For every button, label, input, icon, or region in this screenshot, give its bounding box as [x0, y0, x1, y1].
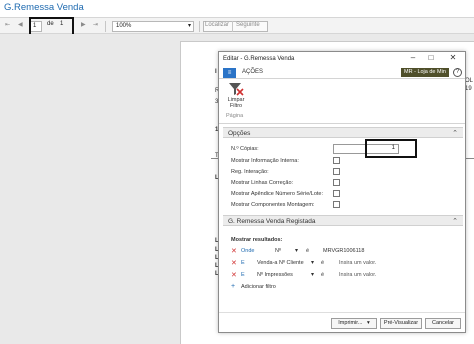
maximize-icon[interactable]: □	[425, 53, 437, 62]
toolbar-separator	[199, 21, 200, 32]
show-internal-info-checkbox[interactable]	[333, 157, 340, 164]
zoom-select[interactable]: 100% ▾	[112, 21, 194, 32]
filter-operator: é	[321, 272, 325, 278]
chevron-down-icon: ▾	[311, 260, 315, 266]
last-page-icon[interactable]: ⇥	[93, 21, 98, 28]
filter-connector: Onde	[241, 248, 255, 254]
filter-operator: é	[321, 260, 325, 266]
report-text-fragment: OL	[465, 78, 474, 84]
filter-row: ✕ E Venda-a Nº Cliente ▾ é Insira um val…	[231, 260, 451, 269]
chevron-down-icon: ▾	[311, 272, 315, 278]
find-button[interactable]: Localizar	[205, 22, 229, 28]
add-filter-link[interactable]: + Adicionar filtro	[231, 283, 321, 293]
chevron-up-icon: ⌃	[452, 130, 458, 137]
filter-connector: E	[241, 272, 245, 278]
dialog-title: Editar - G.Remessa Venda	[223, 56, 295, 62]
option-label: N.º Cópias:	[231, 146, 259, 152]
add-filter-label: Adicionar filtro	[241, 284, 276, 290]
chevron-down-icon: ▾	[295, 248, 299, 254]
first-page-icon[interactable]: ⇤	[5, 21, 10, 28]
filter-row: ✕ Onde Nº ▾ é MRVGR1006118	[231, 248, 451, 257]
close-icon[interactable]: ✕	[447, 53, 459, 62]
page-title: G.Remessa Venda	[4, 2, 84, 13]
filter-operator: é	[306, 248, 310, 254]
find-next-button[interactable]: Seguinte	[236, 22, 260, 28]
print-button[interactable]: Imprimir... ▾	[331, 318, 377, 329]
chevron-down-icon: ▾	[366, 320, 370, 326]
filter-value[interactable]: Insira um valor.	[339, 272, 376, 278]
chevron-down-icon: ▾	[187, 23, 191, 29]
edit-report-dialog: Editar - G.Remessa Venda – □ ✕ ≡ AÇÕES M…	[218, 51, 466, 333]
toolbar-separator	[105, 21, 106, 32]
option-label: Mostrar Apêndice Número Série/Lote:	[231, 191, 324, 197]
app-menu-button[interactable]: ≡	[223, 68, 236, 78]
print-button-label: Imprimir...	[338, 320, 363, 326]
remove-filter-icon[interactable]: ✕	[231, 271, 237, 279]
help-icon[interactable]: ?	[453, 68, 462, 77]
tab-acoes[interactable]: AÇÕES	[242, 69, 263, 75]
ribbon: Limpar Filtro Página	[219, 80, 465, 124]
highlight-box	[365, 139, 417, 158]
log-interaction-checkbox[interactable]	[333, 168, 340, 175]
preview-button[interactable]: Pré-Visualizar	[380, 318, 422, 329]
preview-button-label: Pré-Visualizar	[383, 320, 419, 326]
footer-divider	[219, 312, 465, 313]
show-serial-lot-appendix-checkbox[interactable]	[333, 190, 340, 197]
plus-icon: +	[231, 283, 236, 290]
company-badge: MR - Loja de Min	[401, 68, 449, 77]
filter-value[interactable]: Insira um valor.	[339, 260, 376, 266]
filter-field[interactable]: Venda-a Nº Cliente	[257, 260, 304, 266]
zoom-value: 100%	[116, 23, 132, 29]
options-section-header[interactable]: Opções ⌃	[223, 127, 463, 138]
report-text-fragment: 19	[465, 86, 472, 92]
minimize-icon[interactable]: –	[407, 53, 419, 62]
clear-filter-label: Limpar Filtro	[227, 97, 245, 109]
ribbon-tabs: ≡ AÇÕES MR - Loja de Min ?	[219, 67, 465, 79]
clear-filter-button[interactable]: Limpar Filtro	[225, 82, 247, 110]
cancel-button[interactable]: Cancelar	[425, 318, 461, 329]
clear-filter-icon	[229, 83, 244, 96]
show-assembly-components-checkbox[interactable]	[333, 201, 340, 208]
option-label: Mostrar Linhas Correção:	[231, 180, 294, 186]
filter-row: ✕ E Nº Impressões ▾ é Insira um valor.	[231, 272, 451, 281]
option-label: Reg. Interação:	[231, 169, 269, 175]
option-label: Mostrar Componentes Montagem:	[231, 202, 315, 208]
show-correction-lines-checkbox[interactable]	[333, 179, 340, 186]
toolbar-separator	[232, 21, 233, 32]
options-section-title: Opções	[228, 130, 251, 137]
filter-field[interactable]: Nº Impressões	[257, 272, 293, 278]
registered-section-title: G. Remessa Venda Registada	[228, 218, 316, 225]
remove-filter-icon[interactable]: ✕	[231, 259, 237, 267]
filter-value[interactable]: MRVGR1006118	[323, 248, 364, 254]
chevron-up-icon: ⌃	[452, 218, 458, 225]
ribbon-group-label: Página	[226, 113, 244, 119]
next-page-icon[interactable]: ▶	[81, 21, 86, 28]
filter-connector: E	[241, 260, 245, 266]
prev-page-icon[interactable]: ◀	[18, 21, 23, 28]
remove-filter-icon[interactable]: ✕	[231, 247, 237, 255]
show-results-label: Mostrar resultados:	[231, 237, 283, 243]
report-text-fragment: I	[215, 69, 217, 75]
option-label: Mostrar Informação Interna:	[231, 158, 299, 164]
filter-field[interactable]: Nº	[275, 248, 281, 254]
cancel-button-label: Cancelar	[431, 320, 454, 326]
registered-section-header[interactable]: G. Remessa Venda Registada ⌃	[223, 215, 463, 226]
